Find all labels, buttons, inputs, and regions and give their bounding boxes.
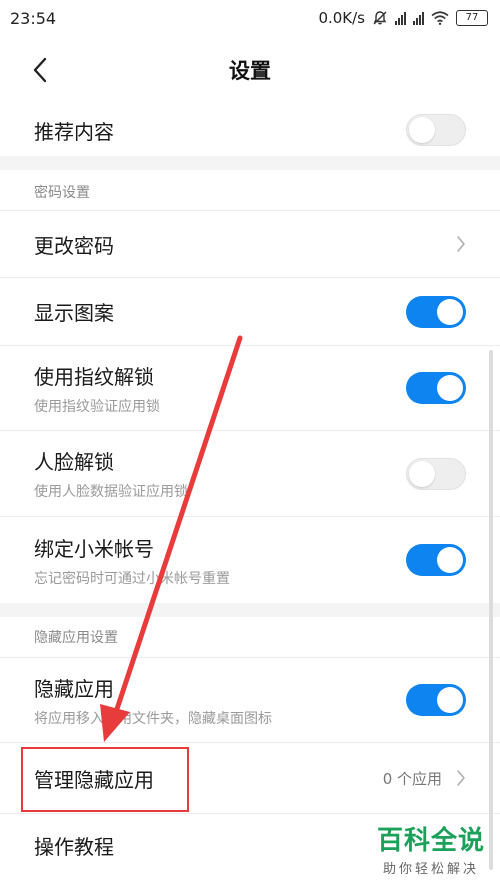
- signal-icon-2: [413, 11, 424, 25]
- show-pattern-toggle[interactable]: [406, 295, 466, 328]
- header: 设置: [0, 36, 500, 104]
- fingerprint-unlock-toggle[interactable]: [406, 372, 466, 404]
- face-unlock-toggle[interactable]: [406, 457, 466, 490]
- scrollbar[interactable]: [489, 350, 493, 870]
- hide-apps-row[interactable]: 隐藏应用 将应用移入应用文件夹，隐藏桌面图标: [0, 658, 500, 742]
- fingerprint-unlock-row[interactable]: 使用指纹解锁 使用指纹验证应用锁: [0, 346, 500, 430]
- toggle-knob: [437, 375, 463, 401]
- wifi-icon: [431, 11, 449, 25]
- page-title: 设置: [229, 59, 271, 83]
- hide-apps-toggle[interactable]: [406, 684, 466, 716]
- watermark-title: 百科全说: [376, 826, 485, 856]
- status-icons: 0.0K/s 77: [318, 9, 488, 27]
- show-pattern-label: 显示图案: [34, 301, 114, 325]
- tutorial-label: 操作教程: [34, 834, 114, 859]
- face-unlock-row[interactable]: 人脸解锁 使用人脸数据验证应用锁: [0, 431, 500, 516]
- change-password-row[interactable]: 更改密码: [0, 211, 500, 277]
- hide-apps-label: 隐藏应用: [34, 676, 114, 701]
- bind-mi-account-toggle[interactable]: [406, 544, 466, 576]
- status-bar: 23:54 0.0K/s 77: [0, 0, 500, 36]
- toggle-knob: [409, 117, 435, 143]
- change-password-label: 更改密码: [34, 233, 114, 258]
- recommend-content-row[interactable]: 推荐内容: [0, 104, 500, 156]
- chevron-right-icon: [457, 236, 465, 252]
- signal-icon: [395, 11, 406, 25]
- face-unlock-description: 使用人脸数据验证应用锁: [34, 484, 188, 500]
- section-gap: [0, 603, 500, 617]
- bind-mi-account-label: 绑定小米帐号: [34, 536, 154, 561]
- recommend-content-label: 推荐内容: [34, 119, 114, 144]
- chevron-right-icon: [457, 770, 465, 786]
- toggle-knob: [437, 547, 463, 573]
- hide-apps-description: 将应用移入应用文件夹，隐藏桌面图标: [34, 710, 272, 727]
- toggle-knob: [409, 460, 435, 487]
- battery-icon: 77: [456, 10, 488, 26]
- hidden-apps-count: 0 个应用: [382, 769, 442, 788]
- watermark: 百科全说 助你轻松解决: [366, 826, 496, 877]
- fingerprint-unlock-description: 使用指纹验证应用锁: [34, 398, 160, 415]
- network-speed: 0.0K/s: [318, 9, 365, 27]
- recommend-content-toggle[interactable]: [406, 114, 466, 146]
- password-section-label: 密码设置: [34, 185, 90, 201]
- show-pattern-row[interactable]: 显示图案: [0, 278, 500, 345]
- watermark-subtitle: 助你轻松解决: [382, 862, 479, 877]
- bind-mi-account-row[interactable]: 绑定小米帐号 忘记密码时可通过小米帐号重置: [0, 517, 500, 603]
- annotation-highlight-box: [21, 747, 189, 812]
- status-time: 23:54: [10, 8, 57, 28]
- section-gap: [0, 156, 500, 170]
- bind-mi-account-description: 忘记密码时可通过小米帐号重置: [34, 570, 230, 587]
- back-button[interactable]: [20, 50, 60, 90]
- bell-off-icon: [373, 11, 387, 25]
- hidden-apps-section-label: 隐藏应用设置: [34, 630, 118, 646]
- toggle-knob: [437, 298, 463, 325]
- face-unlock-label: 人脸解锁: [34, 450, 114, 474]
- fingerprint-unlock-label: 使用指纹解锁: [34, 364, 154, 389]
- chevron-left-icon: [33, 57, 47, 83]
- toggle-knob: [437, 687, 463, 713]
